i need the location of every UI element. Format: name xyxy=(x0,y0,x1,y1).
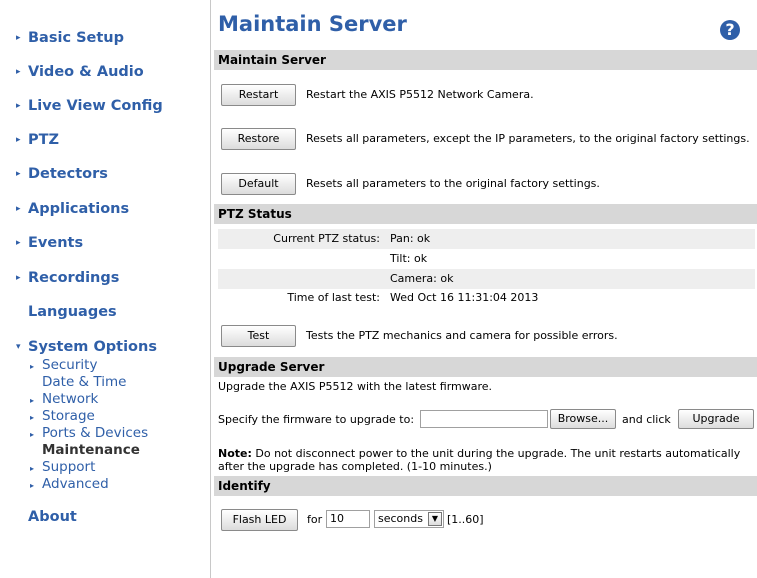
sidebar-item-label: Video & Audio xyxy=(28,64,144,80)
sidebar-item-label: Applications xyxy=(28,201,130,217)
sidebar-subitem-support[interactable]: ▸ Support xyxy=(30,459,95,475)
sidebar-subitem-label: Maintenance xyxy=(42,442,140,458)
sidebar-item-ptz[interactable]: ▸ PTZ xyxy=(0,132,59,148)
sidebar-subitem-storage[interactable]: ▸ Storage xyxy=(30,408,95,424)
duration-unit-value: seconds xyxy=(378,512,423,525)
test-description: Tests the PTZ mechanics and camera for p… xyxy=(306,329,618,342)
duration-input[interactable]: 10 xyxy=(326,510,370,528)
sidebar-item-languages[interactable]: Languages xyxy=(0,304,117,320)
duration-unit-select[interactable]: seconds ▼ xyxy=(374,510,444,528)
ptz-status-row-pan: Current PTZ status: Pan: ok xyxy=(218,229,755,249)
firmware-file-label: Specify the firmware to upgrade to: xyxy=(218,413,415,426)
default-description: Resets all parameters to the original fa… xyxy=(306,177,600,190)
chevron-right-icon: ▸ xyxy=(16,33,21,43)
main-content: Maintain Server ? Maintain Server Restar… xyxy=(214,0,757,578)
sidebar-item-system-options[interactable]: ▾ System Options xyxy=(0,339,157,355)
sidebar-item-basic-setup[interactable]: ▸ Basic Setup xyxy=(0,30,124,46)
sidebar-subitem-label: Date & Time xyxy=(42,374,127,390)
sidebar-item-events[interactable]: ▸ Events xyxy=(0,235,83,251)
upgrade-intro: Upgrade the AXIS P5512 with the latest f… xyxy=(218,380,493,393)
chevron-right-icon: ▸ xyxy=(30,464,35,473)
sidebar-item-about[interactable]: About xyxy=(0,509,77,525)
note-label: Note: xyxy=(218,447,252,460)
chevron-right-icon: ▸ xyxy=(30,362,35,371)
duration-range: [1..60] xyxy=(447,513,484,526)
sidebar-subitem-label: Advanced xyxy=(42,476,109,492)
test-button[interactable]: Test xyxy=(221,325,296,347)
sidebar-subitem-advanced[interactable]: ▸ Advanced xyxy=(30,476,109,492)
restore-description: Resets all parameters, except the IP par… xyxy=(306,132,750,145)
sidebar-subitem-label: Security xyxy=(42,357,98,373)
sidebar-subitem-maintenance[interactable]: Maintenance xyxy=(30,442,140,458)
chevron-right-icon: ▸ xyxy=(16,169,21,179)
chevron-right-icon: ▸ xyxy=(16,101,21,111)
camera-status-value: Camera: ok xyxy=(390,272,454,285)
sidebar-subitem-security[interactable]: ▸ Security xyxy=(30,357,97,373)
chevron-right-icon: ▸ xyxy=(30,396,35,405)
section-header-upgrade-server: Upgrade Server xyxy=(214,357,757,377)
flash-led-button[interactable]: Flash LED xyxy=(221,509,298,531)
sidebar-subitem-label: Ports & Devices xyxy=(42,425,149,441)
sidebar-item-label: Detectors xyxy=(28,166,108,182)
sidebar-item-label: Live View Config xyxy=(28,98,163,114)
sidebar-subitem-label: Storage xyxy=(42,408,95,424)
restart-button[interactable]: Restart xyxy=(221,84,296,106)
help-icon[interactable]: ? xyxy=(720,20,740,40)
default-button[interactable]: Default xyxy=(221,173,296,195)
chevron-right-icon: ▸ xyxy=(16,67,21,77)
sidebar-subitem-network[interactable]: ▸ Network xyxy=(30,391,98,407)
chevron-right-icon: ▸ xyxy=(16,135,21,145)
upgrade-note: Note: Do not disconnect power to the uni… xyxy=(218,447,748,473)
chevron-right-icon: ▸ xyxy=(16,204,21,214)
sidebar-item-applications[interactable]: ▸ Applications xyxy=(0,201,129,217)
sidebar-item-label: Events xyxy=(28,235,84,251)
ptz-status-row-tilt: Tilt: ok xyxy=(218,249,755,269)
sidebar-item-label: About xyxy=(28,509,77,525)
chevron-right-icon: ▸ xyxy=(30,481,35,490)
last-test-value: Wed Oct 16 11:31:04 2013 xyxy=(390,291,539,304)
restart-description: Restart the AXIS P5512 Network Camera. xyxy=(306,88,534,101)
last-test-label: Time of last test: xyxy=(287,291,380,304)
sidebar-item-video-audio[interactable]: ▸ Video & Audio xyxy=(0,64,144,80)
sidebar-item-label: Basic Setup xyxy=(28,30,124,46)
current-ptz-status-label: Current PTZ status: xyxy=(273,232,380,245)
sidebar-item-live-view-config[interactable]: ▸ Live View Config xyxy=(0,98,163,114)
sidebar-subitem-label: Network xyxy=(42,391,99,407)
firmware-file-input[interactable] xyxy=(420,410,548,428)
ptz-status-row-camera: Camera: ok xyxy=(218,269,755,289)
pan-status-value: Pan: ok xyxy=(390,232,431,245)
upgrade-button[interactable]: Upgrade xyxy=(678,409,754,429)
chevron-right-icon: ▸ xyxy=(16,238,21,248)
sidebar-subitem-ports-devices[interactable]: ▸ Ports & Devices xyxy=(30,425,148,441)
browse-button[interactable]: Browse... xyxy=(550,409,616,429)
sidebar-subitem-label: Support xyxy=(42,459,96,475)
chevron-down-icon: ▾ xyxy=(16,342,21,352)
sidebar-item-recordings[interactable]: ▸ Recordings xyxy=(0,270,119,286)
sidebar-item-detectors[interactable]: ▸ Detectors xyxy=(0,166,108,182)
sidebar-item-label: PTZ xyxy=(28,132,60,148)
dropdown-arrow-icon[interactable]: ▼ xyxy=(428,512,442,526)
restore-button[interactable]: Restore xyxy=(221,128,296,150)
sidebar-nav: ▸ Basic Setup ▸ Video & Audio ▸ Live View C… xyxy=(0,0,211,578)
tilt-status-value: Tilt: ok xyxy=(390,252,428,265)
section-header-ptz-status: PTZ Status xyxy=(214,204,757,224)
chevron-right-icon: ▸ xyxy=(30,413,35,422)
sidebar-subitem-date-time[interactable]: Date & Time xyxy=(30,374,126,390)
chevron-right-icon: ▸ xyxy=(16,273,21,283)
section-header-identify: Identify xyxy=(214,476,757,496)
section-header-maintain-server: Maintain Server xyxy=(214,50,757,70)
for-label: for xyxy=(307,513,323,526)
sidebar-item-label: Languages xyxy=(28,304,117,320)
ptz-status-row-last-test: Time of last test: Wed Oct 16 11:31:04 2… xyxy=(218,288,755,308)
sidebar-item-label: System Options xyxy=(28,339,157,355)
note-text: Do not disconnect power to the unit duri… xyxy=(218,447,741,473)
sidebar-item-label: Recordings xyxy=(28,270,120,286)
chevron-right-icon: ▸ xyxy=(30,430,35,439)
page-title: Maintain Server xyxy=(218,12,407,36)
and-click-text: and click xyxy=(622,413,671,426)
